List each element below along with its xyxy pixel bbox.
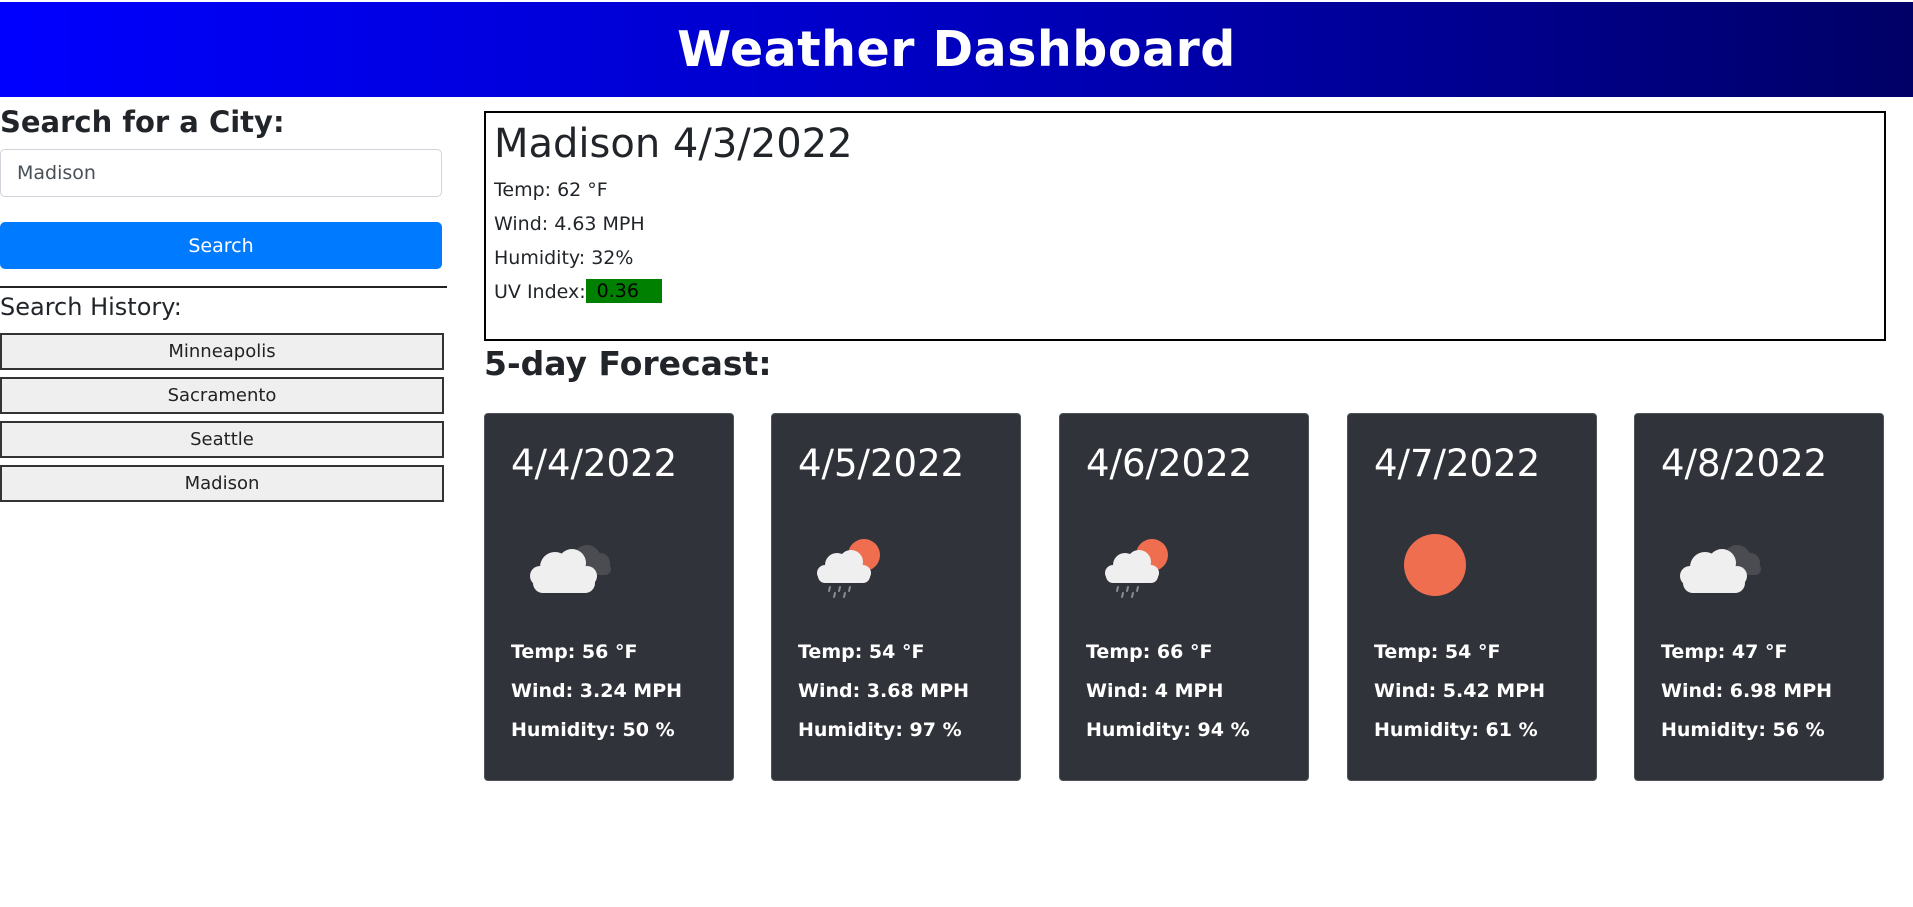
page-title: Weather Dashboard <box>677 21 1236 78</box>
history-button-madison[interactable]: Madison <box>0 465 444 502</box>
history-button-seattle[interactable]: Seattle <box>0 421 444 458</box>
forecast-humidity: Humidity: 56 % <box>1661 719 1825 741</box>
forecast-card: 4/5/2022 Temp: 54 °F Wind: 3.68 MPH Humi… <box>771 413 1021 781</box>
uv-index-badge: 0.36 <box>585 278 662 303</box>
history-button-minneapolis[interactable]: Minneapolis <box>0 333 444 370</box>
history-button-sacramento[interactable]: Sacramento <box>0 377 444 414</box>
forecast-card: 4/7/2022 Temp: 54 °F Wind: 5.42 MPH Humi… <box>1347 413 1597 781</box>
sun-rain-cloud-icon <box>817 539 880 598</box>
forecast-wind: Wind: 6.98 MPH <box>1661 680 1833 702</box>
forecast-wind: Wind: 3.24 MPH <box>511 680 683 702</box>
forecast-card: 4/8/2022 Temp: 47 °F Wind: 6.98 MPH Humi… <box>1634 413 1884 781</box>
forecast-humidity: Humidity: 94 % <box>1086 719 1250 741</box>
forecast-humidity: Humidity: 97 % <box>798 719 962 741</box>
forecast-wind: Wind: 5.42 MPH <box>1374 680 1546 702</box>
sun-icon <box>1404 534 1466 596</box>
cloud-overcast-icon <box>1680 545 1761 593</box>
search-heading: Search for a City: <box>0 105 285 139</box>
city-search-input[interactable] <box>0 149 442 197</box>
forecast-temp: Temp: 54 °F <box>798 641 925 663</box>
current-uv-row: UV Index: 0.36 <box>494 275 1876 309</box>
sidebar-divider <box>0 286 447 288</box>
forecast-date: 4/4/2022 <box>511 442 678 485</box>
forecast-temp: Temp: 66 °F <box>1086 641 1213 663</box>
cloud-overcast-icon <box>530 545 611 593</box>
current-humidity: Humidity: 32% <box>494 247 634 269</box>
current-city-title: Madison 4/3/2022 <box>494 121 853 167</box>
forecast-wind: Wind: 3.68 MPH <box>798 680 970 702</box>
forecast-humidity: Humidity: 50 % <box>511 719 675 741</box>
forecast-temp: Temp: 56 °F <box>511 641 638 663</box>
current-wind: Wind: 4.63 MPH <box>494 213 645 235</box>
search-history-heading: Search History: <box>0 293 182 321</box>
current-temp: Temp: 62 °F <box>494 179 608 201</box>
uv-index-label: UV Index: <box>494 281 586 303</box>
forecast-temp: Temp: 54 °F <box>1374 641 1501 663</box>
forecast-temp: Temp: 47 °F <box>1661 641 1788 663</box>
forecast-card: 4/6/2022 Temp: 66 °F Wind: 4 MPH Humidit… <box>1059 413 1309 781</box>
forecast-date: 4/7/2022 <box>1374 442 1541 485</box>
search-button[interactable]: Search <box>0 222 442 269</box>
forecast-humidity: Humidity: 61 % <box>1374 719 1538 741</box>
forecast-wind: Wind: 4 MPH <box>1086 680 1224 702</box>
page-header: Weather Dashboard <box>0 2 1913 97</box>
forecast-date: 4/6/2022 <box>1086 442 1253 485</box>
sun-rain-cloud-icon <box>1105 539 1168 598</box>
forecast-date: 4/8/2022 <box>1661 442 1828 485</box>
forecast-heading: 5-day Forecast: <box>484 344 772 383</box>
forecast-card: 4/4/2022 Temp: 56 °F Wind: 3.24 MPH Humi… <box>484 413 734 781</box>
current-weather-panel: Madison 4/3/2022 Temp: 62 °F Wind: 4.63 … <box>484 111 1886 341</box>
forecast-date: 4/5/2022 <box>798 442 965 485</box>
